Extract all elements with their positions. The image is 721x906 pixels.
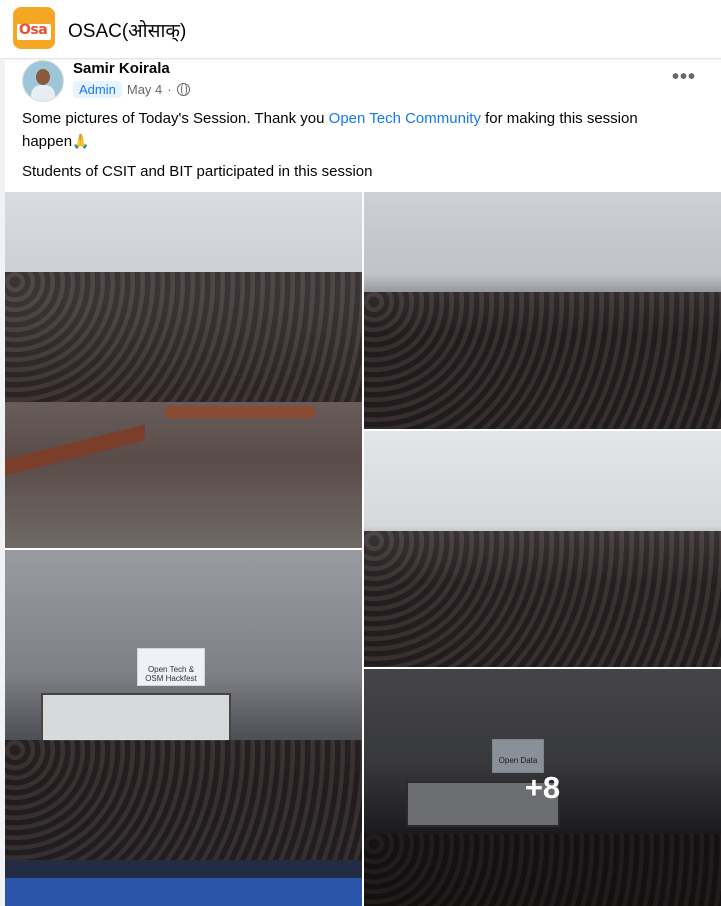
audience — [364, 292, 721, 429]
group-logo[interactable]: Osa — [13, 7, 55, 49]
audience — [5, 272, 362, 402]
meta-separator: · — [167, 82, 172, 97]
more-options-icon[interactable]: ••• — [672, 66, 696, 89]
photo-1[interactable] — [5, 192, 362, 548]
group-title[interactable]: OSAC(ओसाक्) — [68, 17, 186, 43]
audience — [364, 531, 721, 667]
globe-icon — [176, 83, 190, 96]
text-before-link: Some pictures of Today's Session. Thank … — [22, 110, 329, 127]
photo-5[interactable]: Open Data +8 — [364, 669, 721, 906]
post-paragraph-2: Students of CSIT and BIT participated in… — [22, 163, 373, 180]
audience — [5, 740, 362, 860]
post-text: Some pictures of Today's Session. Thank … — [22, 108, 672, 191]
desk — [5, 424, 145, 476]
photo-3[interactable] — [364, 431, 721, 667]
desk — [165, 406, 315, 418]
projector-screen: Open Tech & OSM Hackfest — [137, 648, 205, 686]
logo-text: Osa — [19, 22, 48, 38]
more-photos-overlay[interactable]: +8 — [364, 669, 721, 906]
post-card: Samir Koirala Admin May 4 · ••• Some pic… — [5, 60, 721, 906]
post-paragraph-1: Some pictures of Today's Session. Thank … — [22, 108, 672, 153]
pray-emoji: 🙏 — [72, 133, 90, 149]
avatar-body — [31, 85, 55, 101]
post-meta: Admin May 4 · — [73, 81, 190, 98]
community-link[interactable]: Open Tech Community — [329, 110, 481, 127]
avatar-face — [36, 69, 50, 85]
group-header: Osa OSAC(ओसाक्) — [0, 0, 721, 59]
whiteboard — [41, 693, 231, 743]
photo-4[interactable]: Open Tech & OSM Hackfest — [5, 550, 362, 906]
admin-badge[interactable]: Admin — [73, 81, 122, 98]
photo-2[interactable] — [364, 192, 721, 429]
author-name[interactable]: Samir Koirala — [73, 60, 170, 77]
post-date[interactable]: May 4 — [127, 82, 162, 97]
photo-grid: Open Tech & OSM Hackfest Open Data +8 — [5, 192, 721, 906]
bench — [5, 878, 362, 906]
author-avatar[interactable] — [22, 60, 64, 102]
